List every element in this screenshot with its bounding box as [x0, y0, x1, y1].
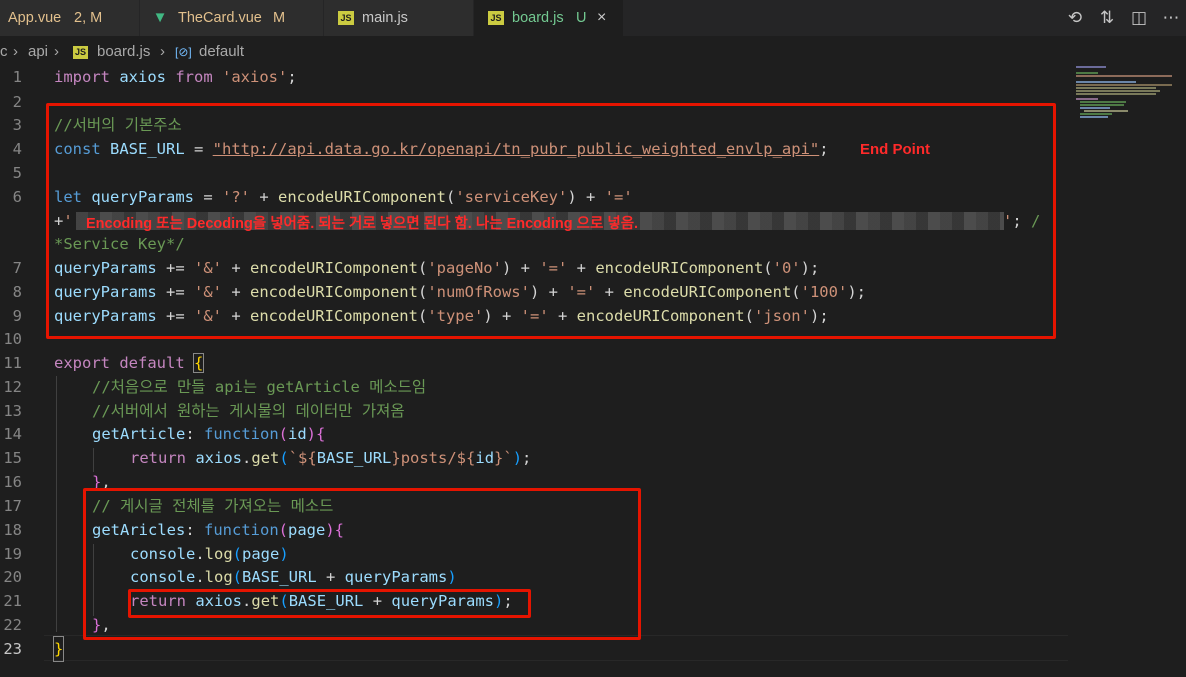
tab-status: U	[576, 10, 587, 26]
breadcrumb-file[interactable]: board.js	[97, 40, 150, 64]
line-number: 8	[12, 283, 22, 301]
token: 'axios'	[222, 68, 288, 86]
tab-thecard-vue[interactable]: ▼ TheCard.vue M	[140, 0, 324, 36]
more-actions-icon[interactable]: ⋯	[1160, 6, 1182, 30]
line-number: 11	[3, 354, 22, 372]
token: BASE_URL	[316, 449, 392, 467]
chevron-right-icon: ›	[54, 43, 59, 60]
token: (	[278, 425, 288, 443]
tab-board-js[interactable]: JS board.js U ×	[474, 0, 624, 36]
line-number: 5	[12, 164, 22, 182]
token: axios	[110, 68, 176, 86]
token: id	[288, 425, 307, 443]
js-icon: JS	[488, 11, 504, 25]
compare-changes-icon[interactable]: ⇅	[1096, 6, 1118, 30]
line-number: 1	[12, 68, 22, 86]
token: }`	[494, 449, 513, 467]
line-number: 2	[12, 93, 22, 111]
token: import	[54, 68, 110, 86]
code-line-23[interactable]: }	[52, 636, 65, 662]
line-number: 23	[3, 640, 22, 658]
token: (	[279, 449, 289, 467]
chevron-right-icon: ›	[13, 43, 18, 60]
line-number: 14	[3, 425, 22, 443]
close-icon[interactable]: ×	[597, 0, 606, 36]
symbol-object-icon: [⊘]	[175, 45, 192, 59]
tab-label: App.vue	[8, 10, 62, 26]
encoding-annotation: Encoding 또는 Decoding을 넣어줌. 되는 거로 넣으면 된다 …	[86, 216, 639, 232]
token: get	[251, 449, 280, 467]
tab-status: M	[273, 10, 286, 26]
line-number: 16	[3, 473, 22, 491]
timeline-icon[interactable]: ⟲	[1064, 6, 1086, 30]
tab-main-js[interactable]: JS main.js	[324, 0, 474, 36]
token: )	[512, 449, 523, 467]
editor-tab-bar: App.vue 2, M ▼ TheCard.vue M JS main.js …	[0, 0, 1186, 36]
token: :	[185, 425, 204, 443]
split-editor-icon[interactable]: ◫	[1128, 6, 1150, 30]
line-number: 6	[12, 188, 22, 206]
token: id	[475, 449, 495, 467]
line-number: 7	[12, 259, 22, 277]
line-number: 19	[3, 545, 22, 563]
token: ;	[287, 68, 297, 86]
indent-guide	[93, 448, 94, 472]
breadcrumb-folder[interactable]: api	[28, 40, 48, 64]
token: axios	[195, 449, 243, 467]
code-line-12[interactable]: //처음으로 만들 api는 getArticle 메소드임	[92, 375, 426, 399]
token: getArticle	[92, 425, 186, 443]
code-line-14[interactable]: getArticle: function(id){	[92, 422, 325, 446]
token: .	[242, 449, 252, 467]
code-line-15[interactable]: return axios.get(`${BASE_URL}posts/${id}…	[130, 446, 531, 470]
code-line-11[interactable]: export default {	[54, 351, 205, 375]
line-number: 21	[3, 592, 22, 610]
minimap[interactable]	[1076, 66, 1172, 118]
tab-label: main.js	[362, 10, 408, 26]
line-number: 22	[3, 616, 22, 634]
line-number: 15	[3, 449, 22, 467]
line-number: 20	[3, 568, 22, 586]
js-icon: JS	[73, 46, 88, 59]
endpoint-annotation: End Point	[860, 141, 930, 158]
tab-label: board.js	[512, 10, 564, 26]
line-number: 3	[12, 116, 22, 134]
code-line-13[interactable]: //서버에서 원하는 게시물의 데이터만 가져옴	[92, 399, 405, 423]
breadcrumb-symbol[interactable]: default	[199, 40, 244, 64]
vue-icon: ▼	[152, 9, 168, 26]
breadcrumb: c › api › JS board.js › [⊘] default	[0, 40, 1186, 64]
token: function	[204, 425, 279, 443]
code-line-1[interactable]: import axios from 'axios';	[54, 65, 297, 89]
token: from	[175, 68, 213, 86]
token: {	[192, 353, 205, 373]
token: `${	[288, 449, 317, 467]
token: )	[306, 425, 317, 443]
token: {	[316, 425, 326, 443]
token: export	[54, 354, 110, 372]
tab-status: 2, M	[74, 10, 103, 26]
token: default	[119, 354, 185, 372]
chevron-right-icon: ›	[160, 43, 165, 60]
indent-guide	[56, 376, 57, 632]
highlight-box-return	[128, 589, 531, 618]
line-number: 18	[3, 521, 22, 539]
tab-label: TheCard.vue	[178, 10, 262, 26]
tab-app-vue[interactable]: App.vue 2, M	[0, 0, 140, 36]
js-icon: JS	[338, 11, 354, 25]
line-number: 9	[12, 307, 22, 325]
token: }posts/${	[391, 449, 476, 467]
token: ;	[522, 449, 532, 467]
line-number: 10	[3, 330, 22, 348]
breadcrumb-root[interactable]: c	[0, 40, 8, 64]
line-number: 13	[3, 402, 22, 420]
line-number: 17	[3, 497, 22, 515]
token: return	[130, 449, 186, 467]
line-number: 12	[3, 378, 22, 396]
line-number: 4	[12, 140, 22, 158]
